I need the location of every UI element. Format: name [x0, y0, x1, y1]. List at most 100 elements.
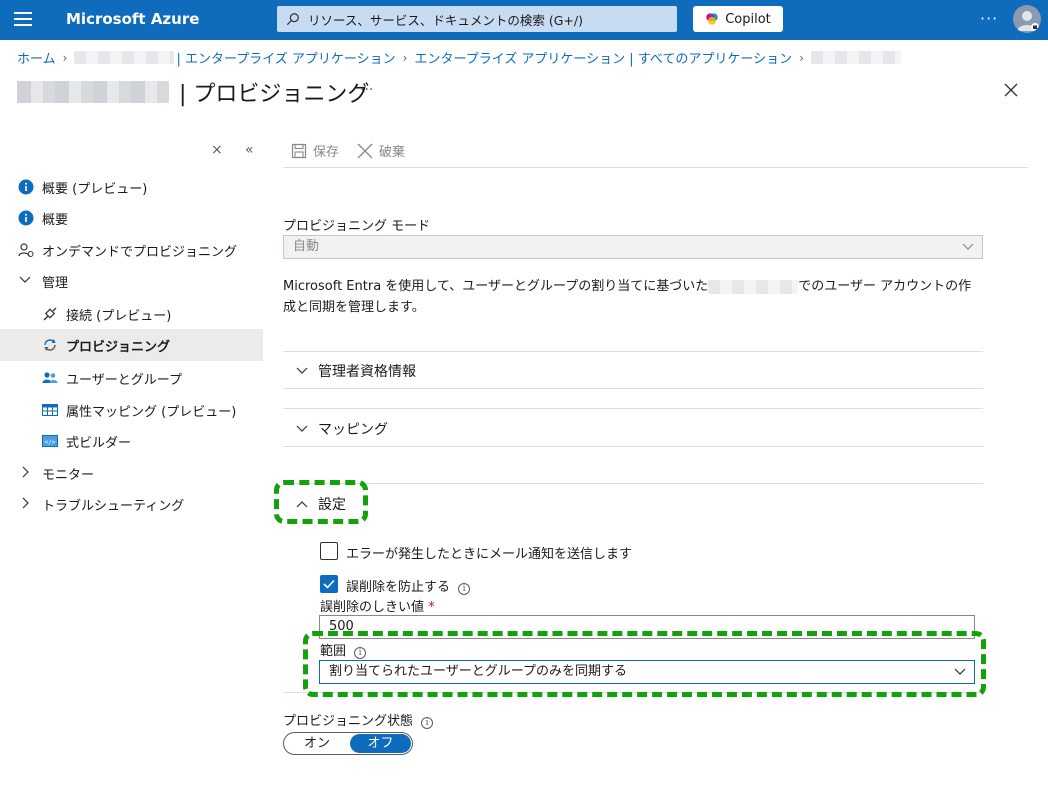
brand-title[interactable]: Microsoft Azure	[66, 10, 199, 28]
sidebar-item-label: 接続 (プレビュー)	[66, 308, 172, 324]
close-icon	[357, 143, 373, 158]
chevron-right-icon: ›	[62, 50, 68, 65]
divider	[283, 692, 983, 693]
redacted-app-name	[810, 51, 901, 64]
user-sync-icon	[18, 243, 34, 257]
sidebar-item-label: 概要	[42, 212, 69, 228]
discard-button[interactable]: 破棄	[357, 141, 405, 160]
threshold-value: 500	[329, 619, 354, 634]
sidebar-collapse-icon[interactable]: «	[245, 142, 254, 158]
sidebar-item-attribute-mapping[interactable]: 属性マッピング (プレビュー)	[0, 394, 263, 426]
sync-icon	[44, 339, 56, 351]
sidebar-item-label: モニター	[42, 467, 95, 483]
sidebar-close-icon[interactable]: ×	[211, 142, 223, 158]
info-icon[interactable]: i	[354, 647, 367, 659]
divider	[283, 483, 983, 484]
close-icon[interactable]	[1003, 82, 1019, 98]
sidebar-group-troubleshooting[interactable]: トラブルシューティング	[0, 488, 263, 520]
save-icon	[291, 143, 307, 158]
description-text-1: Microsoft Entra を使用して、ユーザーとグループの割り当てに基づい…	[283, 279, 709, 294]
redacted-tenant	[74, 51, 175, 64]
avatar[interactable]	[1013, 5, 1041, 33]
prevent-delete-checkbox[interactable]	[320, 575, 338, 593]
breadcrumb-enterprise-apps[interactable]: | エンタープライズ アプリケーション	[176, 48, 395, 67]
sidebar-item-provision-on-demand[interactable]: オンデマンドでプロビジョニング	[0, 234, 263, 266]
sidebar-item-overview-preview[interactable]: 概要 (プレビュー)	[0, 171, 263, 203]
user-icon	[1017, 11, 1039, 31]
sidebar-item-label: トラブルシューティング	[42, 498, 185, 514]
top-bar: Microsoft Azure リソース、サービス、ドキュメントの検索 (G+/…	[0, 0, 1048, 40]
section-settings[interactable]: 設定	[283, 494, 346, 514]
search-placeholder: リソース、サービス、ドキュメントの検索 (G+/)	[308, 12, 583, 28]
sidebar-group-manage[interactable]: 管理	[0, 265, 263, 297]
threshold-input[interactable]: 500	[319, 615, 975, 639]
sidebar-item-provisioning[interactable]: プロビジョニング	[0, 329, 263, 361]
provisioning-status-label: プロビジョニング状態	[283, 714, 414, 729]
info-icon[interactable]: i	[421, 717, 434, 729]
provisioning-description: Microsoft Entra を使用して、ユーザーとグループの割り当てに基づい…	[283, 276, 983, 318]
divider	[283, 351, 983, 352]
chevron-down-icon	[962, 243, 974, 250]
prevent-delete-row: 誤削除を防止する i	[346, 576, 471, 595]
status-label-row: プロビジョニング状態 i	[283, 710, 434, 729]
sidebar-item-overview[interactable]: 概要	[0, 202, 263, 234]
breadcrumb-all-apps[interactable]: エンタープライズ アプリケーション | すべてのアプリケーション	[414, 48, 792, 67]
chevron-right-icon: ›	[402, 50, 408, 65]
svg-text:</>: </>	[45, 439, 56, 446]
section-title: 設定	[318, 497, 346, 513]
search-input[interactable]: リソース、サービス、ドキュメントの検索 (G+/)	[277, 6, 677, 32]
scope-value: 割り当てられたユーザーとグループのみを同期する	[329, 664, 627, 679]
save-button[interactable]: 保存	[291, 141, 339, 160]
sidebar-item-users-groups[interactable]: ユーザーとグループ	[0, 362, 263, 394]
hamburger-menu-icon[interactable]	[14, 12, 32, 28]
sidebar-item-label: 概要 (プレビュー)	[42, 181, 148, 197]
sidebar-item-label: 管理	[42, 275, 69, 291]
prevent-delete-label: 誤削除を防止する	[346, 580, 451, 595]
toggle-on-option[interactable]: オン	[284, 733, 350, 754]
provisioning-status-toggle[interactable]: オン オフ	[283, 732, 413, 755]
table-icon	[42, 404, 58, 416]
threshold-label: 誤削除のしきい値	[320, 600, 425, 615]
toggle-off-option[interactable]: オフ	[350, 734, 411, 753]
chevron-right-icon: ›	[799, 50, 804, 65]
page-more-icon[interactable]: ···	[360, 82, 373, 98]
code-icon: </>	[42, 435, 58, 447]
search-icon	[286, 13, 299, 26]
chevron-right-icon	[22, 466, 29, 478]
section-title: マッピング	[318, 422, 388, 438]
copilot-icon	[706, 13, 718, 25]
email-notify-checkbox[interactable]	[320, 542, 338, 560]
divider	[283, 446, 983, 447]
more-options-icon[interactable]: ···	[980, 9, 998, 28]
chevron-right-icon	[22, 497, 29, 509]
divider	[283, 388, 983, 389]
sidebar-group-monitor[interactable]: モニター	[0, 457, 263, 489]
info-icon[interactable]: i	[458, 583, 471, 595]
redacted-app-name	[708, 279, 799, 294]
section-mappings[interactable]: マッピング	[283, 419, 388, 439]
email-notify-label: エラーが発生したときにメール通知を送信します	[346, 547, 633, 562]
copilot-button[interactable]: Copilot	[693, 6, 783, 32]
sidebar-item-connection-preview[interactable]: 接続 (プレビュー)	[0, 298, 263, 330]
breadcrumb-home[interactable]: ホーム	[17, 48, 56, 67]
section-title: 管理者資格情報	[318, 364, 416, 380]
provisioning-mode-value: 自動	[293, 239, 320, 254]
section-admin-credentials[interactable]: 管理者資格情報	[283, 361, 416, 381]
sidebar-item-label: ユーザーとグループ	[66, 372, 182, 388]
plug-icon	[43, 307, 57, 321]
copilot-label: Copilot	[725, 11, 771, 27]
provisioning-mode-label: プロビジョニング モード	[283, 219, 431, 234]
threshold-label-row: 誤削除のしきい値 *	[320, 596, 435, 615]
scope-select[interactable]: 割り当てられたユーザーとグループのみを同期する	[319, 660, 975, 684]
scope-label: 範囲	[320, 644, 347, 659]
chevron-down-icon	[19, 276, 31, 283]
page-title: | プロビジョニング	[179, 82, 370, 107]
divider	[283, 408, 983, 409]
chevron-down-icon	[296, 425, 308, 432]
sidebar-item-label: 属性マッピング (プレビュー)	[66, 404, 237, 420]
provisioning-mode-select[interactable]: 自動	[283, 235, 983, 259]
sidebar-item-expression-builder[interactable]: </> 式ビルダー	[0, 425, 263, 457]
sidebar-item-label: プロビジョニング	[66, 339, 171, 355]
page-header: | プロビジョニング	[17, 76, 369, 108]
save-label: 保存	[313, 145, 340, 160]
